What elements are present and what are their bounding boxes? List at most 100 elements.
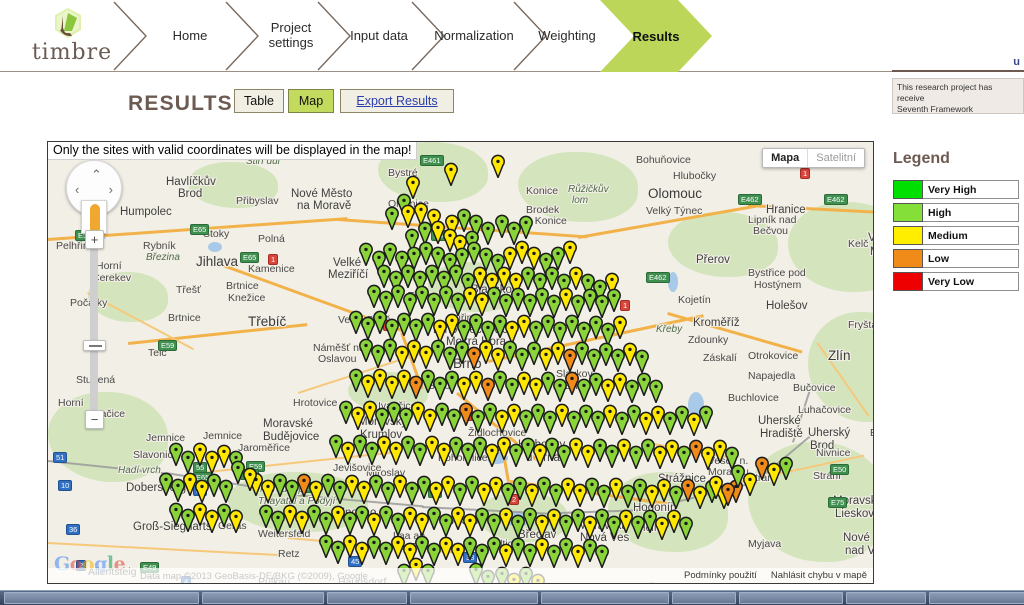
pan-up-icon[interactable]: ⌃ [91,168,102,181]
nav-label-home: Home [172,27,208,43]
legend-panel: Legend Very High High Medium Low Very Low [893,150,1019,295]
top-right-link[interactable]: u [1013,56,1020,68]
nav-label-weighting: Weighting [538,27,596,43]
taskbar-item[interactable] [202,592,324,604]
legend-label: Very Low [923,272,1019,291]
map-canvas[interactable]: Havlíčkův Brod Přibyslav Nové Město na Morav… [48,142,873,583]
map-site-marker[interactable] [678,516,694,540]
pegman-head [91,204,99,212]
export-results-button[interactable]: Export Results [340,89,454,113]
taskbar-item[interactable] [739,592,843,604]
map-site-marker[interactable] [634,349,650,373]
map-site-marker[interactable] [612,315,628,339]
taskbar-item[interactable] [846,592,926,604]
map-site-marker[interactable] [443,162,459,186]
nav-label-project-settings-line2: settings [268,35,314,50]
map-site-marker[interactable] [594,544,610,568]
map-road-shield: E50 [830,464,850,475]
nav-label-input-data: Input data [350,27,408,43]
map-report-error-link[interactable]: Nahlásit chybu v mapě [771,570,867,581]
zoom-thumb-grip [89,345,102,347]
map-road-shield: 36 [66,524,81,535]
nav-item-results[interactable]: Results [600,0,712,72]
legend-row: Very High [893,180,1019,199]
map-road-shield: E462 [738,194,762,205]
export-results-link: Export Results [356,94,438,108]
nav-item-home[interactable]: Home [150,0,230,72]
map-road-shield: E462 [646,272,670,283]
map-container[interactable]: Havlíčkův Brod Přibyslav Nové Město na Morav… [47,141,874,584]
map-road-shield: E65 [190,224,210,235]
legend-row: Very Low [893,272,1019,291]
map-site-marker[interactable] [384,206,400,230]
legend-row: Low [893,249,1019,268]
brand-logo[interactable]: timbre [18,4,126,70]
map-road-shield: E65 [240,252,260,263]
legend-label: Very High [923,180,1019,199]
taskbar-item[interactable] [929,592,1024,604]
legend-label: Medium [923,226,1019,245]
results-header-row: RESULTS Table Map Export Results [0,89,880,126]
map-attribution-bar: Podmínky použití Nahlásit chybu v mapě [48,568,873,583]
map-site-marker[interactable] [698,405,714,429]
map-road-shield: 1 [800,168,811,179]
map-road-shield: 1 [268,254,279,265]
timbre-cube-logo-icon [50,6,86,42]
map-site-marker[interactable] [242,467,258,491]
os-taskbar[interactable] [0,590,1024,605]
taskbar-item[interactable] [541,592,669,604]
zoom-out-button[interactable]: − [85,410,104,429]
map-view-button[interactable]: Map [288,89,334,113]
eu-note-line1: This research project has receive [897,82,993,104]
map-type-switch[interactable]: Mapa Satelitní [762,148,865,168]
map-site-marker[interactable] [720,482,736,506]
legend-row: High [893,203,1019,222]
table-view-button[interactable]: Table [234,89,284,113]
legend-swatch [893,272,923,291]
legend-label: High [923,203,1019,222]
map-site-marker[interactable] [648,379,664,403]
map-site-marker[interactable] [518,215,534,239]
street-view-pegman-icon[interactable] [81,200,107,234]
map-type-mapa[interactable]: Mapa [763,149,809,167]
taskbar-item[interactable] [327,592,407,604]
taskbar-items[interactable] [1,592,1024,604]
map-road-shield: E59 [158,340,178,351]
taskbar-item[interactable] [4,592,199,604]
taskbar-item[interactable] [672,592,736,604]
map-road-shield: E461 [420,155,444,166]
page-title: RESULTS [128,92,233,115]
map-site-marker[interactable] [228,509,244,533]
map-road-shield: 10 [58,480,73,491]
legend-swatch [893,249,923,268]
map-site-marker[interactable] [778,456,794,480]
eu-note-divider [892,70,1024,72]
map-site-marker[interactable] [490,154,506,178]
map-terms-link[interactable]: Podmínky použití [684,570,757,581]
pan-right-icon[interactable]: › [109,183,113,196]
pan-left-icon[interactable]: ‹ [75,183,79,196]
nav-label-project-settings-line1: Project [270,20,312,36]
top-navigation-bar: timbre Home Project settings Input data … [0,0,1024,72]
brand-name: timbre [31,40,113,65]
legend-row: Medium [893,226,1019,245]
eu-funding-note: This research project has receive Sevent… [892,78,1024,114]
zoom-slider-rail[interactable] [90,238,98,424]
legend-title: Legend [893,150,950,167]
eu-note-line2: Seventh Framework Programme [897,104,974,114]
map-road-shield: 51 [53,452,68,463]
taskbar-item[interactable] [410,592,538,604]
nav-label-results: Results [632,28,680,44]
map-site-marker[interactable] [562,240,578,264]
map-notice-text: Only the sites with valid coordinates wi… [48,142,417,160]
zoom-slider-thumb[interactable] [83,340,106,351]
map-type-satellite[interactable]: Satelitní [808,149,864,167]
legend-swatch [893,203,923,222]
zoom-in-button[interactable]: + [85,230,104,249]
legend-swatch [893,226,923,245]
legend-rows: Very High High Medium Low Very Low [893,180,1019,291]
map-site-marker[interactable] [606,288,622,312]
nav-label-normalization: Normalization [434,27,514,43]
legend-swatch [893,180,923,199]
map-road-shield: E462 [824,194,848,205]
